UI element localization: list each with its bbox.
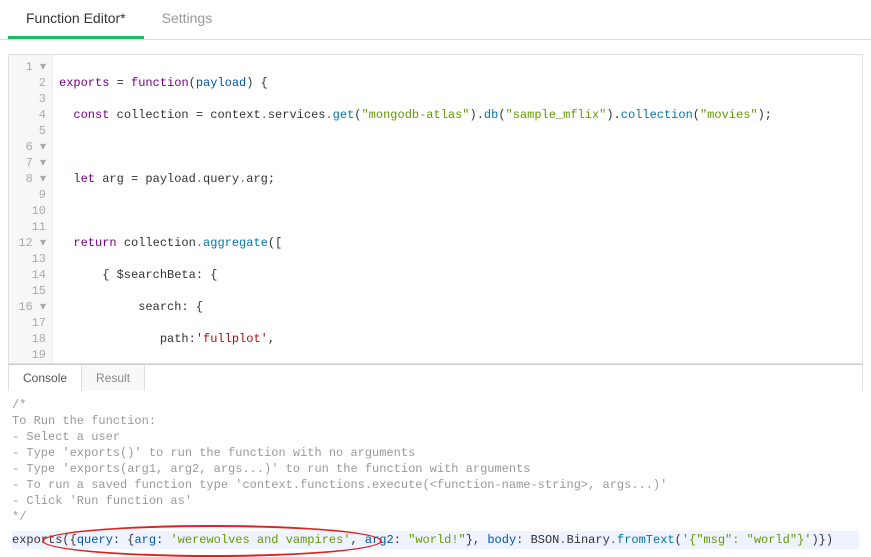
tab-function-editor[interactable]: Function Editor* xyxy=(8,0,144,39)
tab-settings[interactable]: Settings xyxy=(144,0,231,39)
console-tabs: Console Result xyxy=(8,364,863,391)
line-gutter: 1 ▾ 2 3 4 5 6 ▾ 7 ▾ 8 ▾ 9 10 11 12 ▾ 13 … xyxy=(9,55,53,364)
tab-console[interactable]: Console xyxy=(9,365,82,391)
code-content[interactable]: exports = function(payload) { const coll… xyxy=(53,55,862,364)
console-input[interactable]: exports({query: {arg: 'werewolves and va… xyxy=(12,531,859,549)
console-help-comment: /* To Run the function: - Select a user … xyxy=(12,397,859,525)
editor-tabs: Function Editor* Settings xyxy=(0,0,871,40)
code-editor[interactable]: 1 ▾ 2 3 4 5 6 ▾ 7 ▾ 8 ▾ 9 10 11 12 ▾ 13 … xyxy=(8,54,863,364)
tab-result[interactable]: Result xyxy=(82,365,145,391)
console-panel[interactable]: /* To Run the function: - Select a user … xyxy=(8,391,863,546)
